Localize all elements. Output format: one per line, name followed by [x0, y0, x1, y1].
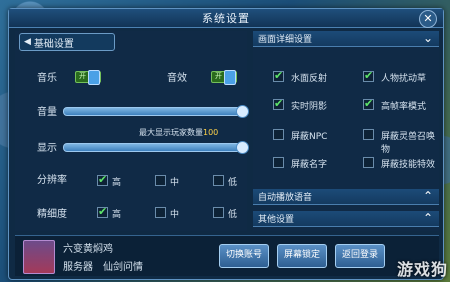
volume-label: 音量	[37, 107, 57, 118]
player-name: 六变黄焖鸡	[63, 244, 113, 255]
server-label: 服务器	[63, 262, 93, 273]
hide-name-label: 屏蔽名字	[291, 160, 328, 170]
hide-npc-label: 屏蔽NPC	[291, 132, 328, 142]
auto-voice-header[interactable]: 自动播放语音 ⌃	[253, 189, 439, 205]
resolution-low-checkbox[interactable]	[213, 175, 224, 186]
tab-basic-settings[interactable]: ◀ 基础设置	[19, 33, 115, 51]
music-label: 音乐	[37, 73, 57, 84]
lock-screen-button[interactable]: 屏幕锁定	[277, 244, 327, 268]
sfx-toggle[interactable]: 开	[211, 70, 237, 85]
high-framerate-checkbox[interactable]	[363, 97, 374, 110]
resolution-low-label: 低	[228, 178, 238, 188]
detail-settings-panel: 画面详细设置 ⌄ 水面反射 人物扰动草 实时阴影 高帧率模式 屏蔽NPC 屏蔽灵…	[253, 31, 439, 231]
close-button[interactable]: ✕	[419, 10, 437, 28]
other-settings-header[interactable]: 其他设置 ⌃	[253, 211, 439, 227]
grass-disturb-checkbox[interactable]	[363, 69, 374, 82]
tab-basic-label: 基础设置	[33, 38, 74, 50]
chevron-up-icon: ⌃	[422, 189, 433, 203]
hide-skill-fx-checkbox[interactable]	[363, 157, 374, 168]
detail-settings-title: 画面详细设置	[258, 35, 313, 45]
max-players-text: 最大显示玩家数量100	[139, 127, 218, 138]
grass-disturb-label: 人物扰动草	[381, 74, 427, 84]
return-login-button[interactable]: 返回登录	[335, 244, 385, 268]
detail-settings-header[interactable]: 画面详细设置 ⌄	[253, 31, 439, 47]
quality-mid-checkbox[interactable]	[155, 207, 166, 218]
toggle-knob	[88, 70, 100, 85]
resolution-high-label: 高	[112, 178, 122, 188]
window-title: 系统设置	[202, 12, 250, 25]
auto-voice-title: 自动播放语音	[258, 193, 313, 203]
max-players-value: 100	[203, 128, 219, 137]
volume-slider-handle[interactable]	[236, 105, 249, 118]
display-slider[interactable]	[63, 141, 249, 154]
resolution-mid-label: 中	[170, 178, 180, 188]
quality-low-label: 低	[228, 210, 238, 220]
chevron-left-icon: ◀	[24, 37, 31, 47]
hide-pet-checkbox[interactable]	[363, 129, 374, 140]
resolution-label: 分辨率	[37, 175, 67, 186]
hide-npc-checkbox[interactable]	[273, 129, 284, 140]
sfx-toggle-value: 开	[215, 72, 222, 80]
resolution-high-checkbox[interactable]	[97, 173, 108, 186]
display-slider-handle[interactable]	[236, 141, 249, 154]
realtime-shadow-checkbox[interactable]	[273, 97, 284, 110]
close-icon: ✕	[423, 12, 433, 25]
music-toggle-value: 开	[79, 72, 86, 80]
title-bar: 系统设置 ✕	[9, 9, 443, 28]
quality-low-checkbox[interactable]	[213, 207, 224, 218]
watermark-logo: 游戏狗	[396, 260, 448, 279]
water-reflection-label: 水面反射	[291, 74, 328, 84]
max-players-label: 最大显示玩家数量	[139, 128, 203, 137]
realtime-shadow-label: 实时阴影	[291, 102, 328, 112]
display-label: 显示	[37, 143, 57, 154]
quality-high-label: 高	[112, 210, 122, 220]
avatar	[23, 240, 55, 274]
switch-account-button[interactable]: 切换账号	[219, 244, 269, 268]
toggle-knob	[224, 70, 236, 85]
sfx-label: 音效	[167, 73, 187, 84]
basic-settings-panel: ◀ 基础设置 音乐 开 音效 开 音量 最大显示玩家数量100 显示 分辨率 高…	[15, 31, 249, 231]
high-framerate-label: 高帧率模式	[381, 102, 427, 112]
resolution-mid-checkbox[interactable]	[155, 175, 166, 186]
volume-slider[interactable]	[63, 105, 249, 118]
chevron-up-icon: ⌃	[422, 211, 433, 225]
quality-mid-label: 中	[170, 210, 180, 220]
quality-high-checkbox[interactable]	[97, 205, 108, 218]
quality-label: 精细度	[37, 209, 67, 220]
water-reflection-checkbox[interactable]	[273, 69, 284, 82]
hide-name-checkbox[interactable]	[273, 157, 284, 168]
hide-pet-label: 屏蔽灵兽召唤物	[381, 132, 436, 155]
server-name: 仙剑问情	[103, 262, 143, 273]
music-toggle[interactable]: 开	[75, 70, 101, 85]
chevron-down-icon: ⌄	[422, 31, 433, 45]
other-settings-title: 其他设置	[258, 215, 295, 225]
player-info-bar: 六变黄焖鸡 服务器 仙剑问情 切换账号 屏幕锁定 返回登录	[15, 235, 439, 276]
hide-skill-fx-label: 屏蔽技能特效	[381, 160, 436, 170]
system-settings-window: 系统设置 ✕ ◀ 基础设置 音乐 开 音效 开 音量 最大显示玩家数量100 显…	[8, 8, 444, 280]
